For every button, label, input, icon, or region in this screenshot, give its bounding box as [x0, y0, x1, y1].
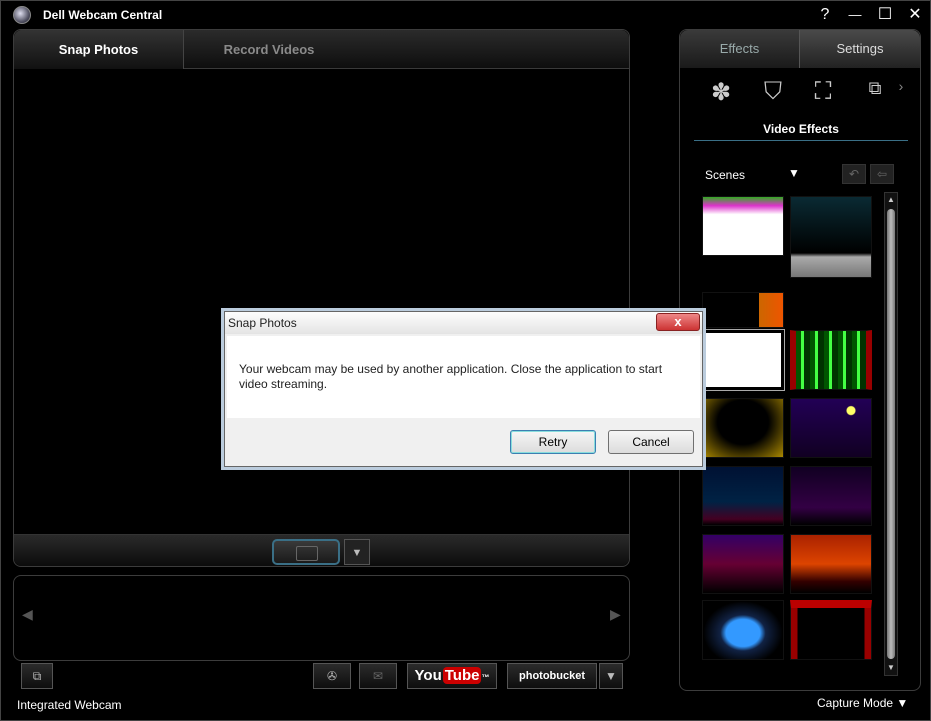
dialog-body: Your webcam may be used by another appli… [227, 336, 700, 418]
overlay-icon[interactable]: ⧉ [858, 78, 892, 108]
filmstrip: ◀ ▶ [13, 575, 630, 661]
tab-record-videos[interactable]: Record Videos [184, 30, 354, 69]
scene-thumbnail[interactable] [790, 330, 872, 390]
scenes-dropdown-arrow-icon[interactable]: ▼ [788, 166, 800, 180]
capture-mode-dropdown[interactable]: Capture Mode ▼ [817, 696, 908, 710]
youtube-button[interactable]: You Tube ™ [407, 663, 497, 689]
tab-snap-photos[interactable]: Snap Photos [14, 30, 184, 69]
section-label: Video Effects [694, 122, 908, 141]
scrollbar-thumb[interactable] [887, 209, 895, 659]
dialog-close-button[interactable]: x [656, 313, 700, 331]
youtube-you-text: You [414, 667, 442, 684]
tab-settings[interactable]: Settings [800, 30, 920, 68]
mode-tabs: Snap Photos Record Videos [14, 30, 629, 69]
filmstrip-left-arrow-icon[interactable]: ◀ [22, 606, 33, 623]
capture-mode-arrow-icon: ▼ [896, 696, 909, 710]
capture-bar: ▼ [14, 534, 629, 566]
scene-thumbnail[interactable] [790, 534, 872, 594]
photobucket-button[interactable]: photobucket [507, 663, 597, 689]
presentation-icon[interactable]: ⛶ [806, 78, 840, 108]
youtube-tm-text: ™ [481, 673, 490, 682]
effect-categories: ✽ ⛉ ⛶ ⧉ › [680, 68, 920, 120]
scroll-up-arrow-icon[interactable]: ▲ [885, 193, 897, 207]
camera-name: Integrated Webcam [17, 698, 122, 712]
scene-thumbnail[interactable] [702, 466, 784, 526]
share-toolbar: ⧉ ✇ ✉ You Tube ™ photobucket ▼ [13, 661, 630, 691]
youtube-tube-text: Tube [442, 667, 482, 684]
thumbnail-scrollbar[interactable]: ▲ ▼ [884, 192, 898, 676]
title-bar: Dell Webcam Central ? — ☐ ✕ [1, 1, 930, 29]
scene-thumbnail[interactable] [702, 292, 784, 328]
close-button[interactable]: ✕ [904, 5, 926, 25]
email-icon[interactable]: ✉ [359, 663, 397, 689]
share-menu-arrow-icon[interactable]: ▼ [599, 663, 623, 689]
minimize-button[interactable]: — [844, 5, 866, 25]
scroll-down-arrow-icon[interactable]: ▼ [885, 661, 897, 675]
capture-options-arrow-icon[interactable]: ▼ [344, 539, 370, 565]
reset-icon[interactable]: ⇦ [870, 164, 894, 184]
app-window: Dell Webcam Central ? — ☐ ✕ Snap Photos … [0, 0, 931, 721]
scene-thumbnail[interactable] [790, 398, 872, 458]
scene-thumbnail[interactable] [702, 330, 784, 390]
window-title: Dell Webcam Central [43, 8, 163, 22]
effects-reel-icon[interactable]: ✇ [313, 663, 351, 689]
capture-mode-label: Capture Mode [817, 696, 894, 710]
cancel-button[interactable]: Cancel [608, 430, 694, 454]
scene-thumbnail[interactable] [702, 534, 784, 594]
dialog-message: Your webcam may be used by another appli… [239, 362, 663, 391]
gallery-button[interactable]: ⧉ [21, 663, 53, 689]
capture-panel: Snap Photos Record Videos ▼ [13, 29, 630, 567]
scene-thumbnail[interactable] [702, 196, 784, 256]
scene-thumbnail[interactable] [790, 600, 872, 660]
dialog-title: Snap Photos [228, 316, 297, 330]
scene-thumbnail[interactable] [702, 398, 784, 458]
webcam-app-icon [13, 6, 31, 24]
maximize-button[interactable]: ☐ [874, 5, 896, 25]
retry-button[interactable]: Retry [510, 430, 596, 454]
snap-photo-button[interactable] [272, 539, 340, 565]
palette-icon[interactable]: ✽ [704, 78, 738, 108]
scene-thumbnail[interactable] [790, 466, 872, 526]
effects-panel: Effects Settings ✽ ⛉ ⛶ ⧉ › Video Effects… [679, 29, 921, 691]
undo-icon[interactable]: ↶ [842, 164, 866, 184]
scenes-dropdown-label[interactable]: Scenes [705, 168, 745, 182]
scene-thumbnail[interactable] [702, 600, 784, 660]
more-effects-arrow-icon[interactable]: › [894, 78, 908, 108]
scene-thumbnail[interactable] [790, 196, 872, 278]
help-button[interactable]: ? [814, 5, 836, 25]
tab-effects[interactable]: Effects [680, 30, 800, 68]
mask-icon[interactable]: ⛉ [756, 78, 790, 108]
filmstrip-right-arrow-icon[interactable]: ▶ [610, 606, 621, 623]
dialog-title-bar: Snap Photos x [225, 312, 702, 334]
error-dialog: Snap Photos x Your webcam may be used by… [224, 311, 703, 467]
